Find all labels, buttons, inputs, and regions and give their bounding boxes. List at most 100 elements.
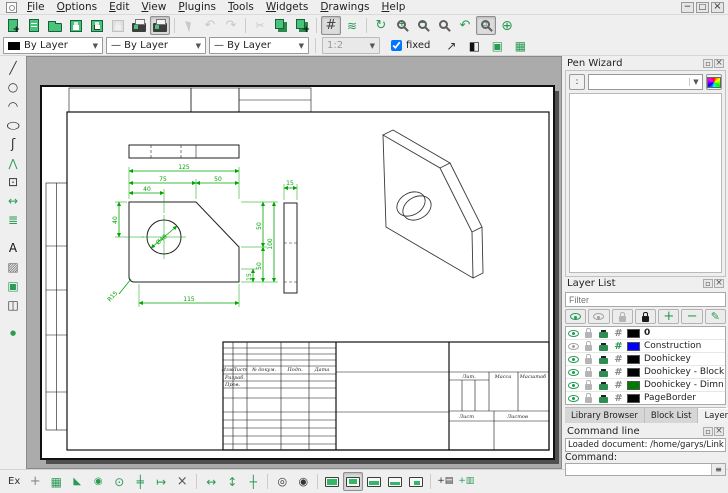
layer-print-toggle[interactable] — [596, 355, 611, 364]
menu-drawings[interactable]: Drawings — [314, 0, 375, 14]
layer-visibility-toggle[interactable] — [566, 330, 581, 337]
dock-view-1-button[interactable] — [322, 472, 342, 491]
tab-library-browser[interactable]: Library Browser — [565, 408, 645, 423]
layer-lock-toggle[interactable] — [581, 393, 596, 403]
zoom-previous-button[interactable]: ↶ — [455, 16, 475, 35]
restrict-horizontal-button[interactable]: ↔ — [201, 472, 221, 491]
lock-relative-zero-button[interactable]: ◉ — [293, 472, 313, 491]
block-tool-button[interactable]: ◫ — [3, 296, 23, 314]
snap-entity-button[interactable]: ◉ — [88, 472, 108, 491]
open-button[interactable] — [45, 16, 65, 35]
layer-construction-toggle[interactable]: # — [611, 354, 626, 365]
drawing-canvas[interactable]: Изм. Лист № докум. Подп. Дата Разраб. Пр… — [26, 56, 562, 469]
layer-print-toggle[interactable] — [596, 329, 611, 338]
layer-lock-toggle[interactable] — [581, 328, 596, 338]
width-combo[interactable]: — By Layer ▼ — [106, 37, 206, 54]
layer-lock-toggle[interactable] — [581, 380, 596, 390]
layer-lock-toggle[interactable] — [581, 354, 596, 364]
float-panel-button[interactable]: ▫ — [703, 279, 713, 288]
menu-widgets[interactable]: Widgets — [260, 0, 314, 14]
layer-print-toggle[interactable] — [596, 394, 611, 403]
fit-to-page-button[interactable]: ▣ — [487, 36, 507, 55]
layer-visibility-toggle[interactable] — [566, 395, 581, 402]
layer-color-cell[interactable] — [626, 355, 641, 364]
dock-view-4-button[interactable] — [385, 472, 405, 491]
menu-options[interactable]: Options — [51, 0, 104, 14]
menu-plugins[interactable]: Plugins — [172, 0, 222, 14]
save-all-button[interactable] — [108, 16, 128, 35]
unlock-all-layers-button[interactable] — [612, 309, 633, 324]
tab-block-list[interactable]: Block List — [645, 408, 699, 423]
float-panel-button[interactable]: ▫ — [703, 427, 713, 436]
color-combo[interactable]: By Layer ▼ — [3, 37, 103, 54]
zoom-out-button[interactable] — [413, 16, 433, 35]
ellipse-tool-button[interactable]: ○ — [3, 116, 23, 134]
restrict-orthogonal-button[interactable]: ┼ — [243, 472, 263, 491]
save-as-button[interactable] — [87, 16, 107, 35]
menu-tools[interactable]: Tools — [222, 0, 260, 14]
save-button[interactable] — [66, 16, 86, 35]
layer-construction-toggle[interactable]: # — [611, 380, 626, 391]
add-action-list-button[interactable]: +▥ — [456, 472, 476, 491]
snap-endpoint-button[interactable]: ◣ — [67, 472, 87, 491]
select-pointer-button[interactable] — [179, 16, 199, 35]
tile-pages-button[interactable]: ▦ — [510, 36, 530, 55]
lock-all-layers-button[interactable] — [635, 309, 656, 324]
layer-visibility-toggle[interactable] — [566, 369, 581, 376]
dock-view-2-button[interactable] — [343, 472, 363, 491]
spline-tool-button[interactable]: ʃ — [3, 135, 23, 153]
command-input[interactable] — [566, 464, 711, 475]
snap-center-button[interactable]: ⊙ — [109, 472, 129, 491]
zoom-in-button[interactable] — [392, 16, 412, 35]
layer-print-toggle[interactable] — [596, 342, 611, 351]
minimize-button[interactable]: − — [681, 2, 694, 13]
layer-row[interactable]: #Doohickey — [566, 353, 725, 366]
command-history[interactable]: Loaded document: /home/garys/Link to ▲ ▼ — [565, 438, 726, 452]
copy-button[interactable] — [271, 16, 291, 35]
fixed-checkbox[interactable] — [391, 40, 402, 51]
layer-color-cell[interactable] — [626, 329, 641, 338]
dimension-tool-button[interactable]: ↔ — [3, 192, 23, 210]
image-tool-button[interactable]: ▣ — [3, 277, 23, 295]
layer-construction-toggle[interactable]: # — [611, 341, 626, 352]
modify-tool-button[interactable]: ≣ — [3, 211, 23, 229]
command-options-icon[interactable]: ≡ — [711, 464, 725, 475]
layer-filter-input[interactable] — [566, 293, 725, 306]
dock-view-5-button[interactable] — [406, 472, 426, 491]
layer-row[interactable]: #0 — [566, 327, 725, 340]
close-panel-button[interactable]: × — [714, 279, 724, 288]
layer-color-cell[interactable] — [626, 368, 641, 377]
snap-intersection-button[interactable]: × — [172, 472, 192, 491]
circle-tool-button[interactable]: ○ — [3, 78, 23, 96]
show-all-layers-button[interactable] — [565, 309, 586, 324]
layer-color-cell[interactable] — [626, 381, 641, 390]
cut-button[interactable]: ✂ — [250, 16, 270, 35]
snap-free-button[interactable]: + — [25, 472, 45, 491]
zoom-window-button[interactable] — [476, 16, 496, 35]
redo-button[interactable]: ↷ — [221, 16, 241, 35]
maximize-button[interactable]: □ — [696, 2, 709, 13]
scale-combo[interactable]: 1:2 ▼ — [322, 37, 380, 54]
polyline-tool-button[interactable]: ⋀ — [3, 154, 23, 172]
float-panel-button[interactable]: ▫ — [703, 59, 713, 68]
layer-visibility-toggle[interactable] — [566, 356, 581, 363]
select-tool-button[interactable]: ⊡ — [3, 173, 23, 191]
restrict-vertical-button[interactable]: ↕ — [222, 472, 242, 491]
grid-toggle-button[interactable]: # — [321, 16, 341, 35]
paste-button[interactable] — [292, 16, 312, 35]
pen-color-button[interactable] — [706, 74, 722, 90]
menu-edit[interactable]: Edit — [103, 0, 135, 14]
line-tool-button[interactable]: ╱ — [3, 59, 23, 77]
layer-row[interactable]: #Construction — [566, 340, 725, 353]
hide-all-layers-button[interactable] — [588, 309, 609, 324]
modify-layer-button[interactable]: ✎ — [705, 309, 726, 324]
close-panel-button[interactable]: × — [714, 59, 724, 68]
pen-wizard-options-button[interactable]: : — [569, 74, 585, 90]
add-snap-list-button[interactable]: +▤ — [435, 472, 455, 491]
layer-row[interactable]: #Doohickey - Block — [566, 366, 725, 379]
pen-dot-button[interactable]: ● — [3, 324, 23, 342]
zoom-pan-button[interactable]: ⊕ — [497, 16, 517, 35]
add-layer-button[interactable]: + — [658, 309, 679, 324]
snap-middle-button[interactable]: ╪ — [130, 472, 150, 491]
layer-visibility-toggle[interactable] — [566, 382, 581, 389]
